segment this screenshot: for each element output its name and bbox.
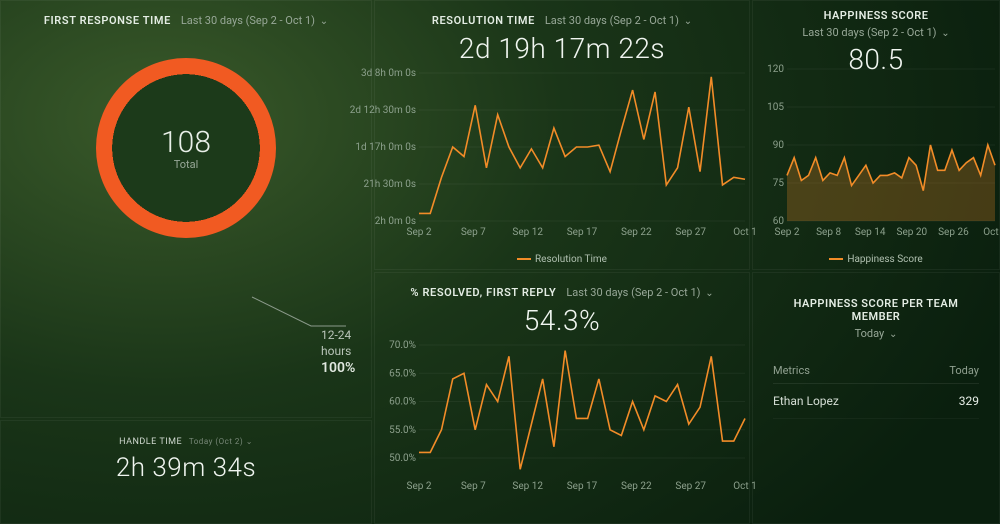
legend-label: Resolution Time: [535, 254, 607, 265]
date-range-label: Last 30 days (Sep 2 - Oct 1): [566, 286, 700, 299]
chart-legend: Resolution Time: [375, 254, 749, 265]
chart-svg: 2h 0m 0s21h 30m 0s1d 17h 0m 0s2d 12h 30m…: [419, 73, 745, 239]
panel-happiness-score: HAPPINESS SCORE Last 30 days (Sep 2 - Oc…: [752, 0, 1000, 270]
date-range-label: Today (Oct 2): [189, 437, 243, 446]
chart-resolution: 2h 0m 0s21h 30m 0s1d 17h 0m 0s2d 12h 30m…: [419, 73, 745, 239]
callout-pct: 100%: [321, 359, 355, 378]
panel-header: RESOLUTION TIME Last 30 days (Sep 2 - Oc…: [375, 1, 749, 28]
svg-text:Sep 7: Sep 7: [461, 227, 486, 238]
date-range-selector[interactable]: Today ⌄: [773, 327, 979, 340]
svg-text:Sep 2: Sep 2: [775, 227, 800, 238]
svg-text:70.0%: 70.0%: [389, 340, 416, 351]
date-range-label: Today: [855, 327, 885, 340]
kpi-title: % RESOLVED, FIRST REPLY: [410, 286, 556, 299]
panel-happiness-per-member: HAPPINESS SCORE PER TEAM MEMBER Today ⌄ …: [752, 272, 1000, 524]
svg-text:Sep 27: Sep 27: [675, 481, 706, 492]
svg-text:60: 60: [773, 216, 785, 227]
svg-text:120: 120: [767, 64, 784, 75]
svg-text:60.0%: 60.0%: [389, 397, 416, 408]
panel-first-response: FIRST RESPONSE TIME Last 30 days (Sep 2 …: [0, 0, 372, 418]
kpi-title: HAPPINESS SCORE PER TEAM MEMBER: [773, 297, 979, 323]
svg-text:Sep 22: Sep 22: [621, 481, 652, 492]
svg-text:90: 90: [773, 140, 785, 151]
svg-text:1d 17h 0m 0s: 1d 17h 0m 0s: [355, 142, 416, 153]
kpi-title: RESOLUTION TIME: [432, 14, 535, 27]
chevron-down-icon: ⌄: [684, 16, 692, 27]
svg-text:Sep 12: Sep 12: [512, 227, 543, 238]
kpi-value: 2d 19h 17m 22s: [375, 32, 749, 65]
row-value: 329: [959, 394, 979, 408]
kpi-title: HAPPINESS SCORE: [753, 9, 999, 22]
date-range-label: Last 30 days (Sep 2 - Oct 1): [545, 14, 679, 27]
svg-text:21h 30m 0s: 21h 30m 0s: [364, 179, 417, 190]
svg-text:Sep 20: Sep 20: [897, 227, 928, 238]
row-name: Ethan Lopez: [773, 394, 839, 408]
chart-happiness: 607590105120Sep 2Sep 8Sep 14Sep 20Sep 26…: [787, 69, 995, 239]
svg-text:Sep 8: Sep 8: [816, 227, 841, 238]
svg-text:Sep 27: Sep 27: [675, 227, 706, 238]
date-range-label: Last 30 days (Sep 2 - Oct 1): [802, 26, 936, 39]
chevron-down-icon: ⌄: [246, 437, 253, 446]
panel-header: HANDLE TIME Today (Oct 2) ⌄: [1, 421, 371, 447]
panel-resolution-time: RESOLUTION TIME Last 30 days (Sep 2 - Oc…: [374, 0, 750, 270]
chevron-down-icon: ⌄: [941, 28, 949, 39]
donut-callout: 12-24 hours 100%: [321, 327, 355, 378]
panel-header: HAPPINESS SCORE Last 30 days (Sep 2 - Oc…: [753, 1, 999, 39]
panel-handle-time: HANDLE TIME Today (Oct 2) ⌄ 2h 39m 34s: [0, 420, 372, 524]
kpi-value: 54.3%: [375, 304, 749, 337]
svg-text:50.0%: 50.0%: [389, 453, 416, 464]
legend-swatch: [829, 258, 843, 260]
svg-text:Sep 2: Sep 2: [407, 481, 432, 492]
svg-text:75: 75: [773, 178, 785, 189]
svg-text:2h 0m 0s: 2h 0m 0s: [375, 216, 416, 227]
callout-line2: hours: [321, 343, 355, 359]
svg-text:Sep 17: Sep 17: [567, 227, 598, 238]
kpi-value: 2h 39m 34s: [1, 453, 371, 483]
leader-line: [1, 1, 373, 419]
panel-header: % RESOLVED, FIRST REPLY Last 30 days (Se…: [375, 273, 749, 300]
chevron-down-icon: ⌄: [889, 329, 897, 340]
chevron-down-icon: ⌄: [705, 288, 713, 299]
svg-text:Sep 12: Sep 12: [512, 481, 543, 492]
date-range-selector[interactable]: Today (Oct 2) ⌄: [189, 437, 253, 446]
legend-label: Happiness Score: [847, 254, 922, 265]
svg-text:65.0%: 65.0%: [389, 368, 416, 379]
kpi-title: HANDLE TIME: [119, 437, 182, 447]
svg-text:Oct 1: Oct 1: [983, 227, 1000, 238]
svg-text:3d 8h 0m 0s: 3d 8h 0m 0s: [361, 68, 416, 79]
table-row[interactable]: Ethan Lopez 329: [773, 384, 979, 419]
svg-text:Sep 17: Sep 17: [567, 481, 598, 492]
table-header: Metrics Today: [773, 354, 979, 384]
svg-text:2d 12h 30m 0s: 2d 12h 30m 0s: [350, 105, 416, 116]
date-range-selector[interactable]: Last 30 days (Sep 2 - Oct 1) ⌄: [753, 26, 999, 39]
callout-line1: 12-24: [321, 327, 355, 343]
svg-text:Sep 2: Sep 2: [407, 227, 432, 238]
svg-text:Sep 14: Sep 14: [855, 227, 886, 238]
date-range-selector[interactable]: Last 30 days (Sep 2 - Oct 1) ⌄: [566, 286, 713, 299]
svg-text:Sep 7: Sep 7: [461, 481, 486, 492]
svg-text:Sep 22: Sep 22: [621, 227, 652, 238]
col-value: Today: [949, 364, 979, 377]
chart-resolved: 50.0%55.0%60.0%65.0%70.0%Sep 2Sep 7Sep 1…: [419, 345, 745, 493]
panel-resolved-first-reply: % RESOLVED, FIRST REPLY Last 30 days (Se…: [374, 272, 750, 524]
chart-svg: 607590105120Sep 2Sep 8Sep 14Sep 20Sep 26…: [787, 69, 995, 239]
legend-swatch: [517, 258, 531, 260]
panel-header: HAPPINESS SCORE PER TEAM MEMBER Today ⌄: [773, 297, 979, 340]
svg-text:Sep 26: Sep 26: [938, 227, 969, 238]
svg-text:105: 105: [767, 102, 784, 113]
col-metric: Metrics: [773, 364, 810, 377]
chart-svg: 50.0%55.0%60.0%65.0%70.0%Sep 2Sep 7Sep 1…: [419, 345, 745, 493]
chart-legend: Happiness Score: [753, 254, 999, 265]
svg-text:55.0%: 55.0%: [389, 425, 416, 436]
date-range-selector[interactable]: Last 30 days (Sep 2 - Oct 1) ⌄: [545, 14, 692, 27]
